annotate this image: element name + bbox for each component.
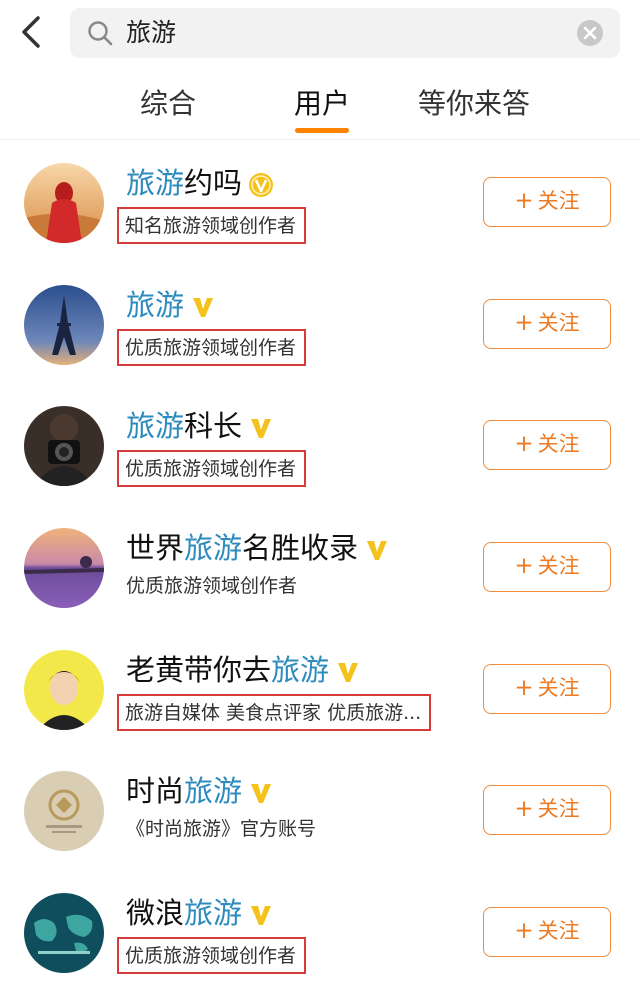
- user-item[interactable]: 旅游约吗 知名旅游领域创作者 + 关注: [0, 163, 640, 284]
- follow-label: 关注: [537, 189, 580, 213]
- user-name[interactable]: 旅游: [126, 285, 216, 325]
- follow-label: 关注: [537, 311, 580, 335]
- back-icon[interactable]: [14, 12, 50, 52]
- user-description: 优质旅游领域创作者: [126, 575, 298, 597]
- name-suffix: 约吗: [184, 166, 243, 200]
- name-prefix: 老黄带你去: [126, 653, 272, 687]
- name-highlight: 旅游: [184, 896, 243, 930]
- user-item[interactable]: 旅游科长 优质旅游领域创作者 + 关注: [0, 406, 640, 527]
- tab-users[interactable]: 用户: [294, 84, 350, 124]
- follow-label: 关注: [537, 554, 580, 578]
- name-prefix: 世界: [126, 531, 185, 565]
- gold-v-icon: [251, 784, 272, 803]
- user-description: 优质旅游领域创作者: [117, 937, 307, 974]
- plus-icon: +: [514, 310, 534, 336]
- name-highlight: 旅游: [184, 531, 243, 565]
- avatar[interactable]: [24, 893, 104, 973]
- avatar[interactable]: [24, 528, 104, 608]
- search-icon: [88, 21, 113, 46]
- user-name[interactable]: 旅游约吗: [126, 163, 274, 203]
- user-item[interactable]: 世界旅游名胜收录 优质旅游领域创作者 + 关注: [0, 528, 640, 649]
- user-description: 《时尚旅游》官方账号: [126, 818, 317, 840]
- user-description: 优质旅游领域创作者: [117, 329, 307, 366]
- active-tab-indicator: [295, 128, 349, 133]
- user-name[interactable]: 微浪旅游: [126, 893, 274, 933]
- gold-v-icon: [251, 906, 272, 925]
- tab-answer[interactable]: 等你来答: [418, 84, 530, 124]
- user-name[interactable]: 世界旅游名胜收录: [126, 528, 390, 568]
- user-description: 旅游自媒体 美食点评家 优质旅游...: [117, 694, 432, 731]
- name-highlight: 旅游: [271, 653, 330, 687]
- gold-v-icon: [367, 541, 388, 560]
- follow-button[interactable]: + 关注: [483, 420, 611, 470]
- follow-label: 关注: [537, 919, 580, 943]
- avatar[interactable]: [24, 771, 104, 851]
- follow-button[interactable]: + 关注: [483, 907, 611, 957]
- user-description: 优质旅游领域创作者: [117, 450, 307, 487]
- avatar[interactable]: [24, 406, 104, 486]
- plus-icon: +: [514, 431, 534, 457]
- follow-button[interactable]: + 关注: [483, 785, 611, 835]
- user-name[interactable]: 时尚旅游: [126, 771, 274, 811]
- plus-icon: +: [514, 675, 534, 701]
- user-item[interactable]: 老黄带你去旅游 旅游自媒体 美食点评家 优质旅游... + 关注: [0, 650, 640, 771]
- plus-icon: +: [514, 188, 534, 214]
- tab-bar: 综合 用户 等你来答: [0, 70, 640, 140]
- name-highlight: 旅游: [126, 288, 185, 322]
- plus-icon: +: [514, 918, 534, 944]
- name-highlight: 旅游: [184, 774, 243, 808]
- follow-button[interactable]: + 关注: [483, 177, 611, 227]
- search-query: 旅游: [126, 18, 177, 47]
- user-item[interactable]: 时尚旅游 《时尚旅游》官方账号 + 关注: [0, 771, 640, 892]
- follow-button[interactable]: + 关注: [483, 542, 611, 592]
- tab-comprehensive[interactable]: 综合: [140, 84, 196, 124]
- user-name[interactable]: 老黄带你去旅游: [126, 650, 361, 690]
- name-highlight: 旅游: [126, 166, 185, 200]
- avatar[interactable]: [24, 285, 104, 365]
- follow-label: 关注: [537, 797, 580, 821]
- name-highlight: 旅游: [126, 409, 185, 443]
- user-description: 知名旅游领域创作者: [117, 207, 307, 244]
- user-name[interactable]: 旅游科长: [126, 406, 274, 446]
- avatar[interactable]: [24, 163, 104, 243]
- gold-v-icon: [338, 663, 359, 682]
- user-item[interactable]: 旅游 优质旅游领域创作者 + 关注: [0, 285, 640, 406]
- gold-v-circle-icon: [249, 173, 274, 197]
- name-suffix: 名胜收录: [242, 531, 359, 565]
- user-item[interactable]: 微浪旅游 优质旅游领域创作者 + 关注: [0, 893, 640, 1005]
- avatar[interactable]: [24, 650, 104, 730]
- follow-button[interactable]: + 关注: [483, 664, 611, 714]
- name-prefix: 微浪: [126, 896, 185, 930]
- clear-icon[interactable]: [576, 19, 604, 47]
- follow-label: 关注: [537, 432, 580, 456]
- gold-v-icon: [251, 419, 272, 438]
- plus-icon: +: [514, 553, 534, 579]
- top-bar: 旅游: [0, 0, 640, 66]
- search-input[interactable]: 旅游: [70, 8, 620, 58]
- name-prefix: 时尚: [126, 774, 185, 808]
- gold-v-icon: [193, 298, 214, 317]
- plus-icon: +: [514, 796, 534, 822]
- name-suffix: 科长: [184, 409, 243, 443]
- follow-button[interactable]: + 关注: [483, 299, 611, 349]
- follow-label: 关注: [537, 676, 580, 700]
